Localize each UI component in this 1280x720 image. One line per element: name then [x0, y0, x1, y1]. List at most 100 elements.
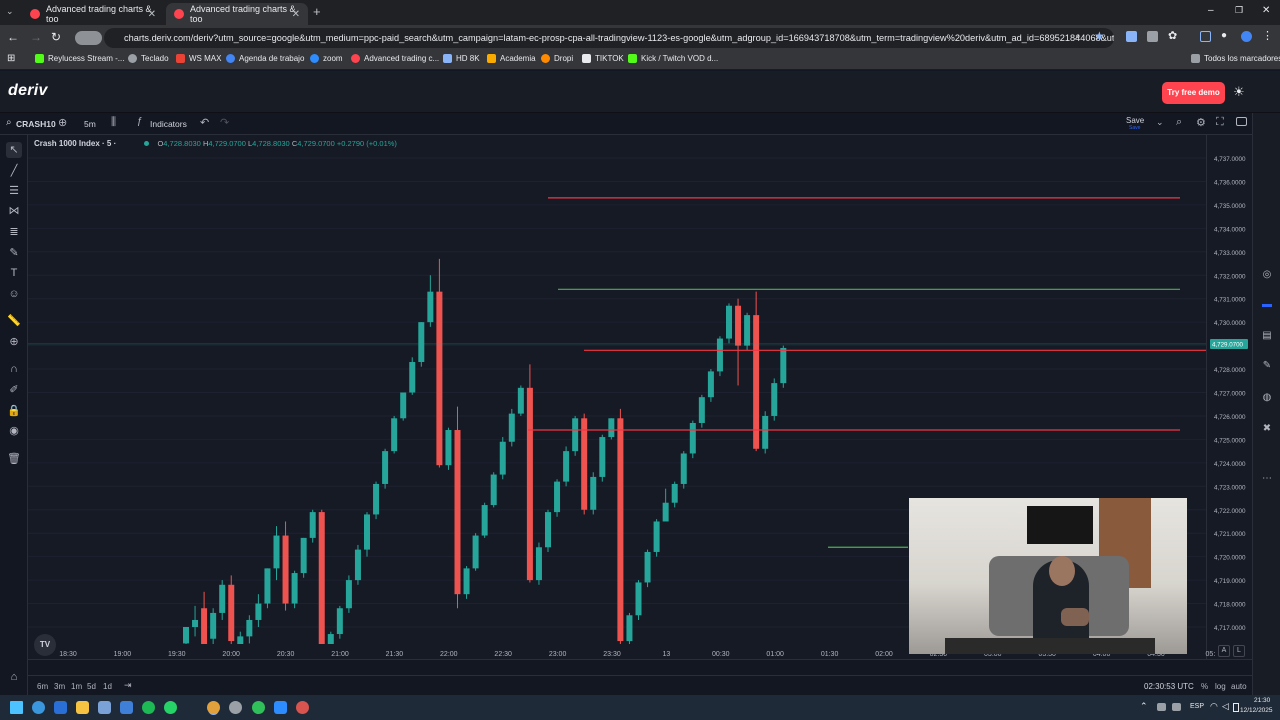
app-icon[interactable]	[296, 701, 309, 714]
candle-body-up[interactable]	[517, 387, 524, 414]
zoom-app-icon[interactable]	[274, 701, 287, 714]
extension-icon[interactable]	[1126, 31, 1137, 42]
candle-body-up[interactable]	[409, 362, 416, 393]
candle-body-up[interactable]	[183, 627, 189, 644]
candle-body-up[interactable]	[255, 603, 262, 620]
profile-icon[interactable]: ●	[1221, 30, 1227, 41]
candle-body-up[interactable]	[716, 338, 723, 372]
clock-date[interactable]: 12/12/2025	[1240, 707, 1273, 714]
candle-body-up[interactable]	[535, 547, 542, 581]
bookmark-item[interactable]: zoom	[310, 54, 343, 63]
candle-body-up[interactable]	[780, 347, 787, 384]
fib-tool-icon[interactable]: ≣	[6, 224, 22, 240]
candle-body-up[interactable]	[644, 551, 651, 583]
app-icon[interactable]	[252, 701, 265, 714]
candle-body-up[interactable]	[572, 418, 579, 452]
log-toggle[interactable]: log	[1215, 682, 1226, 691]
auto-toggle[interactable]: auto	[1231, 682, 1247, 691]
candle-body-up[interactable]	[445, 430, 452, 466]
clock-time[interactable]: 21:30	[1254, 697, 1270, 704]
try-free-demo-button[interactable]: Try free demo	[1162, 82, 1225, 104]
candle-body-up[interactable]	[264, 568, 271, 604]
range-6m[interactable]: 6m	[37, 682, 48, 691]
range-1m[interactable]: 1m	[71, 682, 82, 691]
candle-body-up[interactable]	[771, 383, 778, 416]
candle-body-up[interactable]	[680, 453, 687, 484]
pitchfork-tool-icon[interactable]: ⋈	[6, 203, 22, 219]
candle-body-down[interactable]	[228, 584, 235, 642]
zoom-icon[interactable]: ⌕	[1075, 31, 1081, 42]
candle-body-up[interactable]	[689, 422, 696, 454]
tray-icon[interactable]	[1157, 703, 1166, 711]
candle-body-up[interactable]	[219, 584, 226, 613]
candle-type-icon[interactable]: ⫼	[111, 116, 116, 129]
magnet-tool-icon[interactable]: ∩	[6, 361, 22, 377]
quick-search-icon[interactable]: ⌕	[1176, 116, 1182, 129]
ruler-tool-icon[interactable]: 📏	[6, 313, 22, 329]
fullscreen-icon[interactable]: ⛶	[1216, 116, 1224, 129]
candle-body-up[interactable]	[662, 502, 669, 522]
close-tab-icon[interactable]: ✕	[292, 9, 300, 20]
brush-tool-icon[interactable]: ✎	[6, 245, 22, 261]
candle-body-up[interactable]	[427, 291, 434, 323]
deriv-logo[interactable]: deriv	[8, 82, 48, 100]
candle-body-up[interactable]	[671, 483, 678, 503]
candle-body-up[interactable]	[472, 535, 479, 569]
range-5d[interactable]: 5d	[87, 682, 96, 691]
extension-icon[interactable]	[1147, 31, 1158, 42]
compare-add-icon[interactable]: ⊕	[58, 116, 67, 129]
whatsapp-icon[interactable]	[164, 701, 177, 714]
price-chart-area[interactable]: 4,737.0000 4,736.0000 4,735.0000 4,734.0000…	[28, 135, 1252, 660]
collapse-toolbar-icon[interactable]: ⌂	[6, 669, 22, 685]
settings-gear-icon[interactable]: ⚙	[1196, 116, 1206, 129]
redo-icon[interactable]: ↷	[220, 116, 229, 129]
scale-auto-button[interactable]: A	[1218, 645, 1230, 657]
candle-body-up[interactable]	[563, 451, 570, 482]
bookmark-item[interactable]: Kick / Twitch VOD d...	[628, 54, 718, 63]
candle-body-up[interactable]	[463, 568, 470, 595]
site-info-icon[interactable]	[75, 31, 102, 45]
wifi-icon[interactable]: ◠	[1210, 701, 1218, 712]
stay-drawing-tool-icon[interactable]: ✐	[6, 382, 22, 398]
bookmark-item[interactable]: Advanced trading c...	[351, 54, 439, 63]
interval-selector[interactable]: 5m	[84, 119, 96, 129]
browser-tab-2-active[interactable]: Advanced trading charts & too ✕	[166, 3, 308, 25]
candle-body-up[interactable]	[698, 397, 705, 423]
all-bookmarks-folder[interactable]: Todos los marcadores	[1191, 54, 1280, 63]
chat-icon[interactable]: ▬	[1260, 298, 1274, 312]
symbol-search-icon[interactable]: ⌕	[6, 117, 12, 128]
candle-body-up[interactable]	[744, 315, 751, 346]
utc-clock[interactable]: 02:30:53 UTC	[1144, 682, 1194, 691]
bookmark-item[interactable]: HD 8K	[443, 54, 480, 63]
goto-date-icon[interactable]: ⇥	[124, 680, 132, 691]
chrome-icon[interactable]	[207, 701, 220, 714]
text-tool-icon[interactable]: T	[6, 265, 22, 281]
candle-body-down[interactable]	[318, 512, 325, 644]
forward-icon[interactable]: →	[30, 30, 42, 44]
candle-body-up[interactable]	[246, 619, 253, 637]
battery-icon[interactable]	[1233, 703, 1239, 712]
candle-body-up[interactable]	[726, 305, 732, 339]
bookmark-item[interactable]: Reylucess Stream -...	[35, 54, 124, 63]
tab-search-icon[interactable]: ⌄	[6, 6, 14, 17]
save-button[interactable]: Save	[1126, 116, 1144, 125]
candle-body-up[interactable]	[309, 512, 316, 538]
candle-body-up[interactable]	[300, 537, 307, 574]
cursor-tool-icon[interactable]: ↖	[6, 142, 22, 158]
outlook-icon[interactable]	[54, 701, 67, 714]
candle-body-up[interactable]	[508, 413, 515, 442]
back-icon[interactable]: ←	[7, 30, 19, 44]
indicators-button[interactable]: Indicators	[150, 119, 187, 129]
indicators-icon[interactable]: ƒ	[137, 116, 143, 127]
apps-grid-icon[interactable]: ⊞	[7, 53, 15, 64]
theme-sun-icon[interactable]: ☀	[1233, 84, 1245, 100]
candle-body-up[interactable]	[490, 474, 497, 506]
tradingview-logo-icon[interactable]: TV	[34, 634, 56, 656]
menu-dots-icon[interactable]: ⋮	[1262, 29, 1273, 42]
candle-body-up[interactable]	[599, 437, 606, 477]
candle-body-up[interactable]	[590, 476, 597, 510]
notes-icon[interactable]: ✎	[1260, 359, 1274, 373]
spotify-icon[interactable]	[142, 701, 155, 714]
candle-body-up[interactable]	[608, 418, 615, 438]
store-icon[interactable]	[98, 701, 111, 714]
